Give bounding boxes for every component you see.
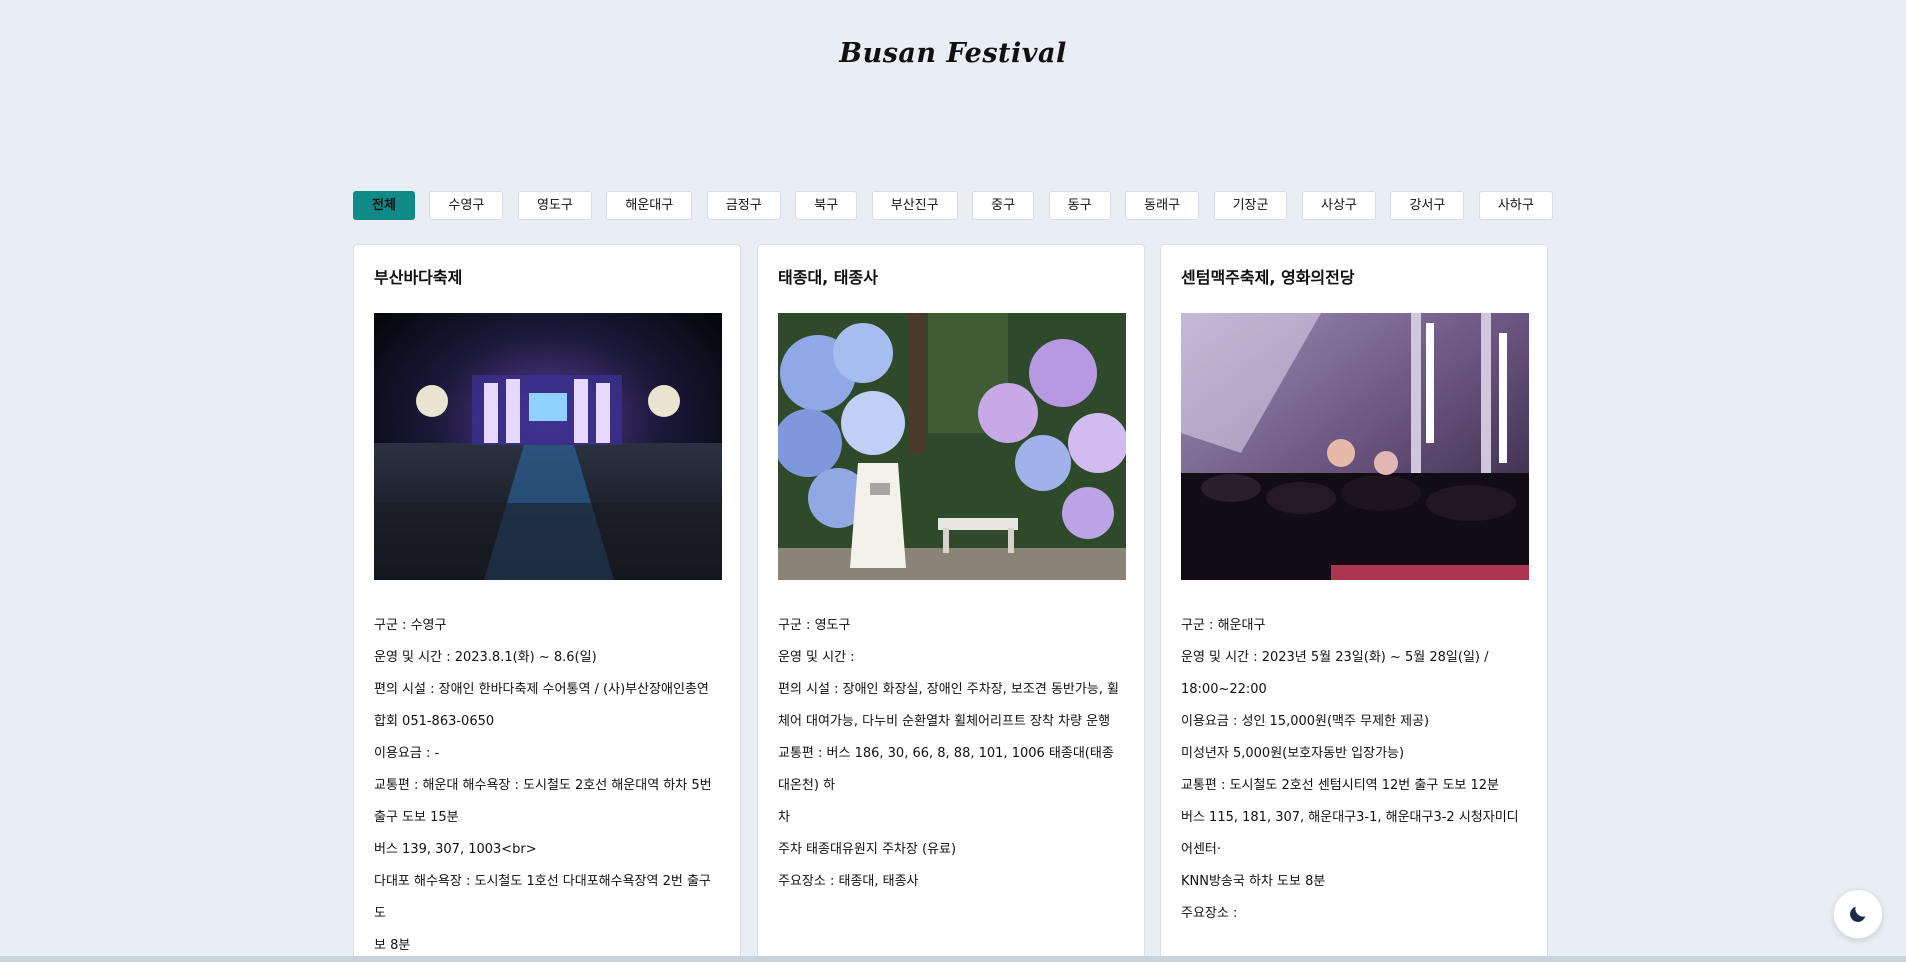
bus-line: 버스 115, 181, 307, 해운대구3-1, 해운대구3-2 시청자미디… (1181, 810, 1519, 857)
transport-line: 교통편 : 도시철도 2호선 센텀시티역 12번 출구 도보 12분 (1181, 778, 1499, 793)
filter-gijang-button[interactable]: 기장군 (1213, 191, 1288, 220)
filter-dong-button[interactable]: 동구 (1048, 191, 1111, 220)
main-places-line: 주요장소 : 태종대, 태종사 (778, 874, 919, 889)
page: Busan Festival 전체 수영구 영도구 해운대구 금정구 북구 부산… (0, 0, 1906, 962)
schedule-line: 운영 및 시간 : 2023년 5월 23일(화) ~ 5월 28일(일) / (1181, 650, 1489, 665)
filter-busanjin-button[interactable]: 부산진구 (871, 191, 958, 220)
transport-line-cont: 차 (778, 810, 790, 825)
fee-line: 이용요금 : 성인 15,000원(맥주 무제한 제공) (1181, 714, 1430, 729)
facilities-line: 편의 시설 : 장애인 화장실, 장애인 주차장, 보조견 동반가능, 휠 (778, 682, 1120, 697)
card-title: 부산바다축제 (374, 268, 463, 287)
transport-line-cont: 출구 도보 15분 (374, 810, 459, 825)
filter-geumjeong-button[interactable]: 금정구 (706, 191, 781, 220)
festival-card-list: 부산바다축제 구군: 수영구 운영 및 시간: 2023.8.1(화) ~ … (353, 244, 1551, 962)
bus-line: 버스 139, 307, 1003<br> (374, 842, 537, 857)
festival-card[interactable]: 부산바다축제 구군: 수영구 운영 및 시간: 2023.8.1(화) ~ … (353, 244, 741, 962)
moon-icon (1850, 906, 1866, 922)
transport-line: 교통편 : 해운대 해수욕장 : 도시철도 2호선 해운대역 하차 5번 (374, 778, 712, 793)
festival-image (778, 313, 1126, 580)
card-details: 구군 : 수영구 운영 및 시간 : 2023.8.1(화) ~ 8.6(일) … (374, 610, 720, 962)
hydrangea-garden-image (778, 313, 1126, 580)
parking-line: 주차 태종대유원지 주차장 (유료) (778, 842, 957, 857)
district-line: 구군 : 수영구 (374, 618, 447, 633)
card-details: 구군 : 해운대구 운영 및 시간 : 2023년 5월 23일(화) ~ 5월… (1181, 610, 1527, 930)
schedule-line-cont: 18:00~22:00 (1181, 682, 1267, 697)
site-title: Busan Festival (839, 38, 1067, 69)
facilities-line: 편의 시설 : 장애인 한바다축제 수어통역 / (사)부산장애인총연 (374, 682, 709, 697)
schedule-line: 운영 및 시간 : (778, 650, 855, 665)
filter-gangseo-button[interactable]: 강서구 (1390, 191, 1465, 220)
filter-yeongdo-button[interactable]: 영도구 (517, 191, 592, 220)
festival-image (1181, 313, 1529, 580)
transport-line: 교통편 : 버스 186, 30, 66, 8, 88, 101, 1006 태… (778, 746, 1114, 793)
festival-card[interactable]: 태종대, 태종사 구군: 영도구 운영 및 시간: 편의 시설: 장애인 … (757, 244, 1145, 962)
card-title: 태종대, 태종사 (778, 268, 878, 287)
transport-line-extra: 다대포 해수욕장 : 도시철도 1호선 다대포해수욕장역 2번 출구 도 (374, 874, 711, 921)
fee-line-cont: 미성년자 5,000원(보호자동반 입장가능) (1181, 746, 1405, 761)
schedule-line: 운영 및 시간 : 2023.8.1(화) ~ 8.6(일) (374, 650, 597, 665)
crowd-concert-image (1181, 313, 1529, 580)
card-title: 센텀맥주축제, 영화의전당 (1181, 268, 1355, 287)
bus-line-cont: KNN방송국 하차 도보 8분 (1181, 874, 1326, 889)
filter-haeundae-button[interactable]: 해운대구 (606, 191, 693, 220)
fee-line: 이용요금 : - (374, 746, 440, 761)
filter-dongnae-button[interactable]: 동래구 (1125, 191, 1199, 220)
festival-image (374, 313, 722, 580)
facilities-line-cont: 합회 051-863-0650 (374, 714, 495, 729)
dark-mode-toggle-button[interactable] (1833, 889, 1883, 939)
card-details: 구군 : 영도구 운영 및 시간 : 편의 시설 : 장애인 화장실, 장애인 … (778, 610, 1124, 898)
festival-card[interactable]: 센텀맥주축제, 영화의전당 구군: 해운대구 운영 및 시간: 2023년 … (1160, 244, 1548, 962)
night-concert-stage-image (374, 313, 722, 580)
facilities-line-cont: 체어 대여가능, 다누비 순환열차 휠체어리프트 장착 차량 운행 (778, 714, 1111, 729)
filter-all-button[interactable]: 전체 (353, 191, 415, 220)
filter-saha-button[interactable]: 사하구 (1478, 191, 1553, 220)
filter-suyeong-button[interactable]: 수영구 (429, 191, 504, 220)
filter-buk-button[interactable]: 북구 (795, 191, 858, 220)
horizontal-scrollbar[interactable] (0, 956, 1906, 962)
district-line: 구군 : 영도구 (778, 618, 851, 633)
main-places-line: 주요장소 : (1181, 906, 1238, 921)
district-line: 구군 : 해운대구 (1181, 618, 1266, 633)
filter-sasang-button[interactable]: 사상구 (1302, 191, 1376, 220)
district-filter-bar: 전체 수영구 영도구 해운대구 금정구 북구 부산진구 중구 동구 동래구 기장… (353, 191, 1553, 220)
filter-jung-button[interactable]: 중구 (972, 191, 1035, 220)
